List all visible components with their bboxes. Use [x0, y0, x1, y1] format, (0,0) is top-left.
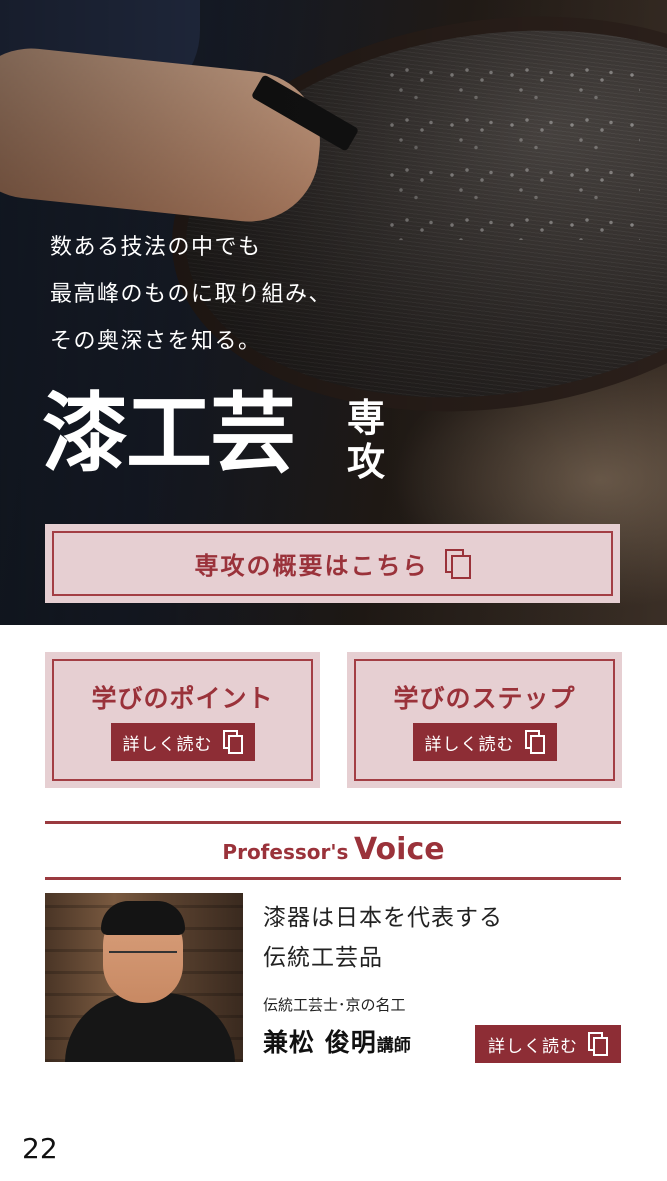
- professor-title: 講師: [376, 1036, 411, 1056]
- professor-photo: [45, 893, 243, 1062]
- hero-lead-line: 最高峰のものに取り組み、: [50, 282, 333, 307]
- card-inner: 学びのポイント 詳しく読む: [52, 659, 313, 781]
- professor-quote: 漆器は日本を代表する 伝統工芸品: [263, 898, 503, 978]
- copy-icon: [524, 730, 545, 754]
- page-number: 22: [22, 1132, 58, 1165]
- professor-name-text: 兼松 俊明: [263, 1028, 377, 1057]
- read-more-label: 詳しく読む: [122, 734, 213, 755]
- divider-bottom: [45, 877, 621, 880]
- professor-name: 兼松 俊明講師: [263, 1023, 411, 1059]
- overview-button[interactable]: 専攻の概要はこちら: [45, 524, 620, 603]
- read-more-label: 詳しく読む: [488, 1036, 578, 1057]
- hero-section: 数ある技法の中でも 最高峰のものに取り組み、 その奥深さを知る。 漆工芸 専 攻…: [0, 0, 667, 625]
- read-more-button[interactable]: 詳しく読む: [110, 723, 255, 761]
- card-inner: 学びのステップ 詳しく読む: [354, 659, 615, 781]
- professor-role: 伝統工芸士･京の名工: [263, 996, 406, 1014]
- hero-lead-text: 数ある技法の中でも 最高峰のものに取り組み、 その奥深さを知る。: [50, 224, 332, 365]
- hero-subtitle-char: 専: [346, 396, 385, 440]
- copy-icon: [444, 548, 471, 579]
- voice-section-title: Professor's Voice: [0, 832, 667, 867]
- card-title: 学びのポイント: [91, 684, 274, 713]
- copy-icon: [222, 730, 243, 754]
- divider-top: [45, 821, 621, 824]
- voice-title-prefix: Professor's: [222, 840, 349, 864]
- hero-subtitle: 専 攻: [344, 396, 388, 484]
- copy-icon: [588, 1032, 608, 1056]
- voice-title-main: Voice: [353, 832, 445, 867]
- hero-subtitle-char: 攻: [346, 440, 385, 484]
- read-more-label: 詳しく読む: [424, 734, 515, 755]
- quote-line: 伝統工芸品: [263, 945, 383, 971]
- professor-read-more-button[interactable]: 詳しく読む: [475, 1025, 621, 1063]
- hero-lead-line: その奥深さを知る。: [50, 329, 262, 354]
- card-title: 学びのステップ: [393, 684, 576, 713]
- card-learning-steps[interactable]: 学びのステップ 詳しく読む: [347, 652, 622, 788]
- overview-button-label: 専攻の概要はこちら: [194, 552, 429, 580]
- card-learning-points[interactable]: 学びのポイント 詳しく読む: [45, 652, 320, 788]
- overview-button-inner: 専攻の概要はこちら: [52, 531, 613, 596]
- quote-line: 漆器は日本を代表する: [263, 905, 503, 931]
- hero-lead-line: 数ある技法の中でも: [50, 235, 262, 260]
- hero-title: 漆工芸: [42, 384, 296, 484]
- read-more-button[interactable]: 詳しく読む: [412, 723, 557, 761]
